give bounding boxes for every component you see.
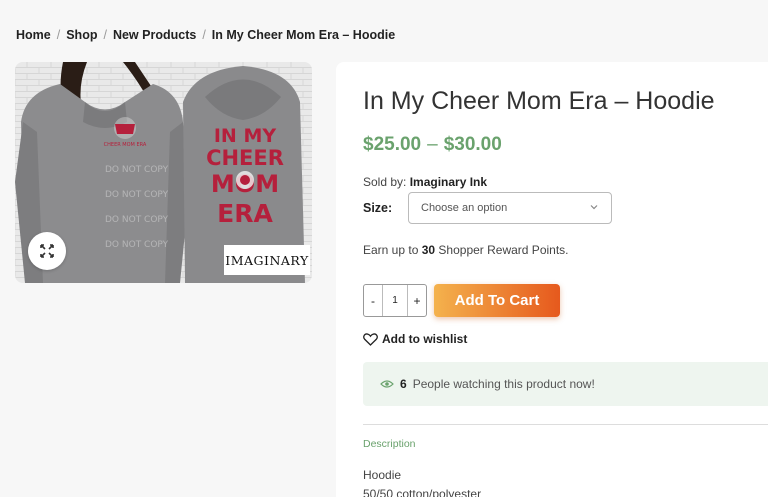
- watermark-text: DO NOT COPY: [105, 240, 169, 250]
- watching-count: 6: [400, 377, 407, 391]
- tab-description[interactable]: Description: [363, 438, 416, 450]
- size-label-text: Size: [363, 201, 389, 215]
- wishlist-label: Add to wishlist: [382, 332, 468, 346]
- breadcrumb-home[interactable]: Home: [16, 28, 51, 42]
- watching-notice: 6 People watching this product now!: [363, 362, 768, 406]
- product-price: $25.00– $30.00: [363, 134, 502, 156]
- chevron-down-icon: [590, 205, 598, 210]
- price-min: $25.00: [363, 134, 422, 155]
- watermark-text: DO NOT COPY: [105, 190, 169, 200]
- quantity-input[interactable]: 1: [382, 285, 408, 316]
- quantity-increase-button[interactable]: +: [408, 285, 426, 316]
- breadcrumb-separator: /: [56, 28, 61, 42]
- svg-text:CHEER MOM ERA: CHEER MOM ERA: [104, 142, 147, 148]
- product-summary: In My Cheer Mom Era – Hoodie $25.00– $30.…: [336, 62, 768, 497]
- quantity-stepper: - 1 +: [363, 284, 427, 317]
- size-select[interactable]: Choose an option: [408, 192, 612, 224]
- reward-points: Earn up to 30 Shopper Reward Points.: [363, 243, 569, 257]
- zoom-button[interactable]: [28, 232, 66, 270]
- quantity-decrease-button[interactable]: -: [364, 285, 382, 316]
- hoodie-print-line: CHEER: [206, 146, 284, 170]
- breadcrumb-current: In My Cheer Mom Era – Hoodie: [211, 28, 396, 42]
- watching-text: People watching this product now!: [412, 377, 595, 391]
- points-prefix: Earn up to: [363, 243, 419, 257]
- points-value: 30: [421, 243, 436, 257]
- heart-icon: [363, 332, 378, 346]
- breadcrumb: Home / Shop / New Products / In My Cheer Mom E…: [16, 28, 395, 42]
- breadcrumb-shop[interactable]: Shop: [66, 28, 97, 42]
- size-select-value: Choose an option: [421, 202, 508, 214]
- size-label: Size:: [363, 201, 392, 215]
- divider: [363, 424, 768, 425]
- add-to-wishlist-link[interactable]: Add to wishlist: [363, 332, 467, 346]
- watermark-text: DO NOT COPY: [105, 165, 169, 175]
- price-dash: –: [427, 134, 438, 155]
- brand-badge: IMAGINARY: [224, 245, 310, 275]
- add-to-cart-button[interactable]: Add To Cart: [434, 284, 560, 317]
- description-line: 50/50 cotton/polyester: [363, 487, 482, 497]
- description-line: Hoodie: [363, 468, 402, 482]
- breadcrumb-new-products[interactable]: New Products: [113, 28, 196, 42]
- watermark-text: DO NOT COPY: [105, 215, 169, 225]
- breadcrumb-separator: /: [202, 28, 206, 42]
- product-title: In My Cheer Mom Era – Hoodie: [363, 87, 715, 115]
- price-max: $30.00: [443, 134, 502, 155]
- sold-by-label: Sold by:: [363, 175, 407, 189]
- expand-arrows-icon: [40, 244, 54, 258]
- size-label-colon: :: [388, 201, 393, 215]
- breadcrumb-separator: /: [103, 28, 107, 42]
- seller-link[interactable]: Imaginary Ink: [410, 175, 487, 189]
- points-suffix: Shopper Reward Points.: [438, 243, 569, 257]
- hoodie-print-line: IN MY: [214, 125, 276, 147]
- product-gallery[interactable]: CHEER MOM ERA IN MY CHEER MOM ERA DO NOT…: [15, 62, 312, 283]
- eye-icon: [380, 380, 394, 388]
- sold-by: Sold by: Imaginary Ink: [363, 175, 487, 189]
- hoodie-print-line: ERA: [217, 199, 273, 228]
